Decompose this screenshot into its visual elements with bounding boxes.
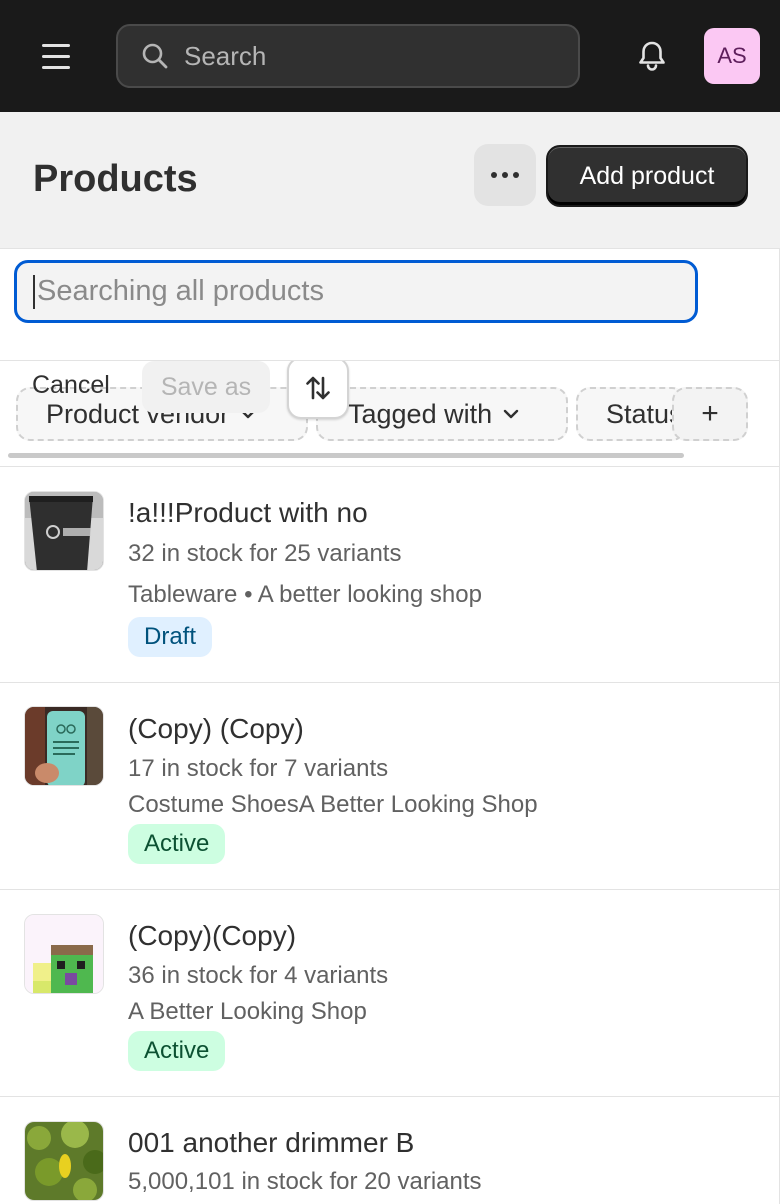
ellipsis-icon (491, 172, 497, 178)
text-caret (33, 274, 35, 309)
sort-button[interactable] (287, 361, 349, 419)
product-thumbnail (24, 1121, 104, 1201)
filter-chip-status[interactable]: Status (576, 387, 686, 441)
product-title: !a!!!Product with no (128, 497, 368, 528)
filter-bar: Cancel Save as Product vendor Tagged wit… (0, 361, 780, 467)
search-icon (142, 43, 168, 69)
filter-chip-label: Tagged with (348, 398, 493, 429)
status-badge: Draft (128, 617, 213, 657)
product-title: (Copy)(Copy) (128, 920, 297, 951)
cancel-button[interactable]: Cancel (32, 371, 110, 400)
product-meta: Tableware • A better looking shop (128, 581, 482, 608)
sort-arrows-icon (306, 376, 330, 400)
bell-icon (639, 41, 665, 71)
hamburger-icon-line (42, 43, 70, 47)
page-title: Products (33, 158, 198, 200)
avatar[interactable]: AS (704, 28, 760, 84)
more-actions-button[interactable] (474, 144, 536, 206)
filter-scrollbar[interactable] (8, 453, 684, 458)
product-title: (Copy) (Copy) (128, 713, 304, 744)
product-thumbnail (24, 491, 104, 571)
global-search-placeholder: Search (184, 40, 267, 71)
product-stock: 36 in stock for 4 variants (128, 962, 389, 989)
product-stock: 17 in stock for 7 variants (128, 755, 389, 782)
global-search-input[interactable]: Search (116, 24, 580, 88)
product-search-placeholder: Searching all products (37, 275, 324, 307)
product-image-can (25, 707, 103, 785)
save-as-button[interactable]: Save as (142, 361, 270, 413)
page-header: Products Add product (0, 112, 780, 249)
product-meta: Costume ShoesA Better Looking Shop (128, 791, 538, 818)
chevron-down-icon (503, 409, 519, 419)
product-thumbnail (24, 706, 104, 786)
product-title: 001 another drimmer B (128, 1127, 415, 1158)
filter-chip-tagged-with[interactable]: Tagged with (316, 387, 568, 441)
top-bar: Search AS (0, 0, 780, 112)
hamburger-icon-line (42, 65, 70, 69)
product-thumbnail (24, 914, 104, 994)
product-row[interactable]: (Copy) (Copy) 17 in stock for 7 variants… (0, 683, 780, 890)
status-badge: Active (128, 824, 226, 864)
product-stock: 5,000,101 in stock for 20 variants (128, 1168, 482, 1195)
product-search-panel: Searching all products (0, 249, 780, 361)
add-filter-button[interactable]: + (672, 387, 748, 441)
ellipsis-icon (513, 172, 519, 178)
hamburger-icon-line (42, 54, 70, 58)
notifications-button[interactable] (628, 34, 676, 78)
product-row[interactable]: (Copy)(Copy) 36 in stock for 4 variants … (0, 890, 780, 1097)
product-image-tumbler (25, 492, 103, 570)
ellipsis-icon (502, 172, 508, 178)
product-image-plant (25, 1122, 103, 1200)
product-image-pixel-art (25, 915, 103, 993)
add-product-button[interactable]: Add product (546, 145, 748, 207)
menu-button[interactable] (28, 30, 84, 82)
product-stock: 32 in stock for 25 variants (128, 540, 402, 567)
product-meta: A Better Looking Shop (128, 998, 367, 1025)
status-badge: Active (128, 1031, 226, 1071)
product-row[interactable]: 001 another drimmer B 5,000,101 in stock… (0, 1097, 780, 1204)
product-search-input[interactable]: Searching all products (14, 260, 698, 323)
product-row[interactable]: !a!!!Product with no 32 in stock for 25 … (0, 467, 780, 683)
